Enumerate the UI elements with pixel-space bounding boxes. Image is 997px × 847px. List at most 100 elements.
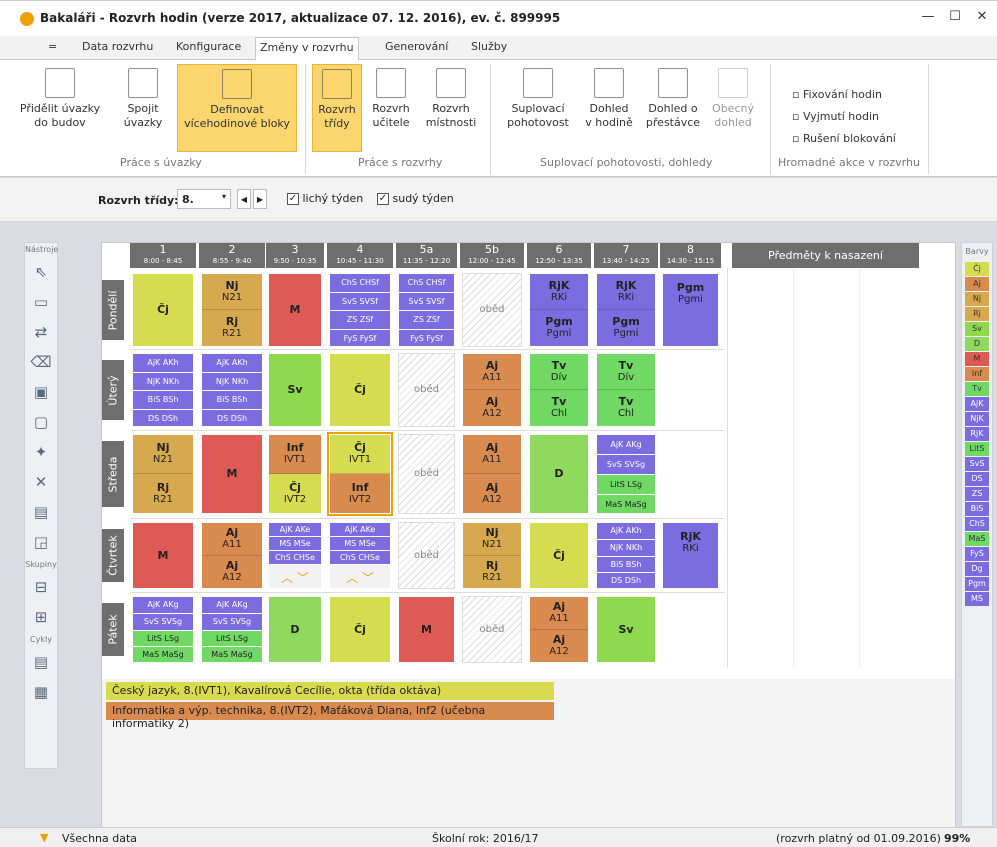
- lesson-cell[interactable]: AjK AKe MS MSe ChS CHSe ︿ ﹀: [268, 522, 322, 589]
- pin-tool-icon[interactable]: ✦: [28, 440, 54, 464]
- lesson-cell[interactable]: ChS CHSf SvS SVSf ZS ZSf FyS FySf: [398, 273, 455, 347]
- lesson-cell[interactable]: M: [132, 522, 194, 589]
- lesson-cell[interactable]: AjK AKe MS MSe ChS CHSe ︿ ﹀: [329, 522, 391, 589]
- lesson-cell[interactable]: Inf IVT1 Čj IVT2: [268, 434, 322, 514]
- class-schedule-button[interactable]: Rozvrh třídy: [312, 64, 362, 152]
- lesson-cell[interactable]: Sv: [268, 353, 322, 427]
- day-label: Pondělí: [102, 280, 124, 340]
- lesson-cell[interactable]: Čj: [329, 596, 391, 663]
- prev-class-button[interactable]: ◀: [237, 189, 251, 209]
- lesson-cell[interactable]: Nj N21 Rj R21: [201, 273, 263, 347]
- lesson-cell[interactable]: Tv Dív Tv Chl: [596, 353, 656, 427]
- room-abbr: N21: [481, 538, 503, 550]
- lesson-cell[interactable]: RjK RKi Pgm Pgmi: [596, 273, 656, 347]
- eraser-tool-icon[interactable]: ⌫: [28, 350, 54, 374]
- merge-icon: [128, 68, 158, 98]
- odd-week-checkbox[interactable]: ✓ lichý týden: [287, 192, 363, 205]
- group-lesson: BiS BSh: [597, 556, 655, 574]
- page-tool-icon[interactable]: ◲: [28, 530, 54, 554]
- merge-workload-button[interactable]: Spojit úvazky: [118, 64, 168, 152]
- lesson-cell[interactable]: Aj A11 Aj A12: [201, 522, 263, 589]
- class-label: Rozvrh třídy:: [98, 194, 179, 207]
- substitution-button[interactable]: Suplovací pohotovost: [500, 64, 576, 152]
- close-button[interactable]: ✕: [972, 9, 992, 29]
- group-lesson: MS MSe: [269, 537, 321, 551]
- copy-tool-icon[interactable]: ▭: [28, 290, 54, 314]
- lesson-cell[interactable]: RjK RKi Pgm Pgmi: [529, 273, 589, 347]
- assign-workload-button[interactable]: Přidělit úvazky do budov: [6, 64, 114, 152]
- room-abbr: N21: [221, 291, 243, 303]
- general-supervision-button[interactable]: Obecný dohled: [708, 64, 758, 152]
- group-lesson: NjK NKh: [133, 372, 193, 391]
- lesson-cell[interactable]: ChS CHSf SvS SVSf ZS ZSf FyS FySf: [329, 273, 391, 347]
- remove-lessons-button[interactable]: ▫ Vyjmutí hodin: [792, 110, 879, 123]
- cycle-one-icon[interactable]: ▤: [28, 650, 54, 674]
- teacher-schedule-button[interactable]: Rozvrh učitele: [366, 64, 416, 152]
- room-schedule-button[interactable]: Rozvrh místnosti: [420, 64, 482, 152]
- group-lesson: AjK AKg: [597, 435, 655, 455]
- lesson-cell[interactable]: D: [529, 434, 589, 514]
- lesson-cell[interactable]: AjK AKh NjK NKh BiS BSh DS DSh: [132, 353, 194, 427]
- lesson-cell[interactable]: AjK AKh NjK NKh BiS BSh DS DSh: [201, 353, 263, 427]
- lesson-cell[interactable]: M: [201, 434, 263, 514]
- tab-konfigurace[interactable]: Konfigurace: [172, 40, 245, 60]
- lesson-cell[interactable]: AjK AKg SvS SVSg LitS LSg MaS MaSg: [132, 596, 194, 663]
- lesson-cell[interactable]: D: [268, 596, 322, 663]
- cancel-blocking-button[interactable]: ▫ Rušení blokování: [792, 132, 896, 145]
- unpin-tool-icon[interactable]: ✕: [28, 470, 54, 494]
- lesson-cell[interactable]: M: [268, 273, 322, 347]
- lesson-cell[interactable]: Čj: [529, 522, 589, 589]
- subject-abbr: M: [157, 548, 169, 562]
- tab-hamburger[interactable]: =: [44, 40, 61, 60]
- lesson-cell[interactable]: Čj: [132, 273, 194, 347]
- lesson-supervision-button[interactable]: Dohled v hodině: [580, 64, 638, 152]
- even-week-checkbox[interactable]: ✓ sudý týden: [377, 192, 454, 205]
- subject-abbr: Čj: [289, 480, 301, 494]
- cycle-two-icon[interactable]: ▦: [28, 680, 54, 704]
- lesson-cell[interactable]: Aj A11 Aj A12: [529, 596, 589, 663]
- subject-abbr: RjK: [615, 278, 637, 292]
- lesson-cell[interactable]: Čj IVT1 Inf IVT2: [329, 434, 391, 514]
- lesson-cell[interactable]: Pgm Pgmi: [662, 273, 719, 347]
- define-blocks-button[interactable]: Definovat vícehodinové bloky: [177, 64, 297, 152]
- group-merge-icon[interactable]: ⊞: [28, 605, 54, 629]
- lesson-cell[interactable]: Sv: [596, 596, 656, 663]
- tab-data-rozvrhu[interactable]: Data rozvrhu: [78, 40, 157, 60]
- tab-sluzby[interactable]: Služby: [467, 40, 511, 60]
- lesson-cell[interactable]: Čj: [329, 353, 391, 427]
- group-split-icon[interactable]: ⊟: [28, 575, 54, 599]
- lesson-cell[interactable]: Nj N21 Rj R21: [132, 434, 194, 514]
- lesson-half: Pgm Pgmi: [530, 310, 588, 346]
- tab-zmeny-v-rozvrhu[interactable]: Změny v rozvrhu: [255, 37, 359, 61]
- lesson-cell[interactable]: Aj A11 Aj A12: [462, 434, 522, 514]
- minimize-button[interactable]: —: [918, 9, 938, 29]
- fix-lessons-button[interactable]: ▫ Fixování hodin: [792, 88, 882, 101]
- class-select[interactable]: 8. ▾: [177, 189, 231, 209]
- tab-generovani[interactable]: Generování: [381, 40, 452, 60]
- break-supervision-button[interactable]: Dohled o přestávce: [642, 64, 704, 152]
- swap-tool-icon[interactable]: ⇄: [28, 320, 54, 344]
- lesson-cell[interactable]: Nj N21 Rj R21: [462, 522, 522, 589]
- expand-icon[interactable]: ︿ ﹀: [269, 569, 321, 586]
- expand-icon[interactable]: ︿ ﹀: [330, 569, 390, 586]
- subject-abbr: Rj: [156, 480, 170, 494]
- next-class-button[interactable]: ▶: [253, 189, 267, 209]
- lesson-cell[interactable]: RjK RKi: [662, 522, 719, 589]
- fix-tool-icon[interactable]: ▣: [28, 380, 54, 404]
- button-label: dohled: [714, 116, 752, 129]
- pointer-tool-icon[interactable]: ⇖: [28, 260, 54, 284]
- lunch-label: oběd: [479, 623, 505, 635]
- button-label: vícehodinové bloky: [184, 117, 290, 130]
- lesson-cell[interactable]: AjK AKg SvS SVSg LitS LSg MaS MaSg: [201, 596, 263, 663]
- lesson-cell[interactable]: M: [398, 596, 455, 663]
- lesson-half: Čj IVT2: [269, 474, 321, 513]
- lesson-cell[interactable]: Aj A11 Aj A12: [462, 353, 522, 427]
- group-lesson: MaS MaSg: [597, 495, 655, 513]
- group-lesson: MaS MaSg: [202, 647, 262, 662]
- lesson-cell[interactable]: AjK AKg SvS SVSg LitS LSg MaS MaSg: [596, 434, 656, 514]
- unfix-tool-icon[interactable]: ▢: [28, 410, 54, 434]
- lesson-cell[interactable]: AjK AKh NjK NKh BiS BSh DS DSh: [596, 522, 656, 589]
- lesson-cell[interactable]: Tv Dív Tv Chl: [529, 353, 589, 427]
- maximize-button[interactable]: ☐: [945, 9, 965, 29]
- remove-tool-icon[interactable]: ▤: [28, 500, 54, 524]
